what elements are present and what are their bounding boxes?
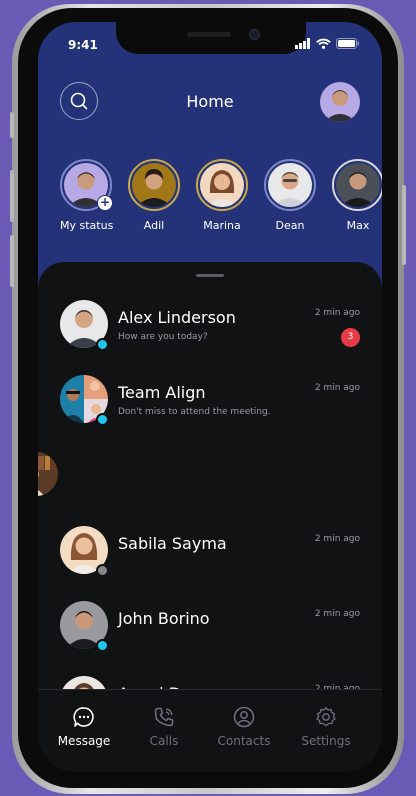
front-camera	[249, 29, 260, 40]
swiped-chat-avatar[interactable]	[38, 452, 58, 496]
chat-name: Sabila Sayma	[118, 534, 227, 553]
drag-handle[interactable]	[196, 274, 224, 277]
chat-item-alex[interactable]: Alex Linderson How are you today? 2 min …	[38, 300, 382, 360]
chat-time: 2 min ago	[314, 308, 360, 318]
avatar	[200, 163, 244, 207]
bottom-nav: Message Calls Contacts Settings	[38, 689, 382, 772]
user-icon	[233, 706, 255, 728]
status-time: 9:41	[68, 38, 98, 52]
story-label: Max	[346, 219, 370, 232]
volume-up-button	[10, 170, 14, 222]
nav-label: Settings	[301, 734, 351, 748]
add-status-icon[interactable]: +	[97, 195, 113, 211]
offline-indicator	[96, 564, 109, 577]
story-adil[interactable]: Adil	[128, 159, 180, 232]
avatar	[132, 163, 176, 207]
speaker-grille	[187, 32, 231, 37]
nav-message[interactable]: Message	[44, 706, 124, 748]
online-indicator	[96, 639, 109, 652]
status-icons	[295, 38, 360, 49]
screen: 9:41 Home + My status Adil Marina Dean M…	[38, 22, 382, 772]
power-button	[402, 185, 406, 265]
chat-item-sabila[interactable]: Sabila Sayma 2 min ago	[38, 526, 382, 586]
profile-avatar[interactable]	[320, 82, 360, 122]
chat-name: Alex Linderson	[118, 308, 236, 327]
chat-preview: How are you today?	[118, 332, 208, 342]
nav-label: Contacts	[217, 734, 271, 748]
story-label: Marina	[203, 219, 241, 232]
volume-down-button	[10, 235, 14, 287]
chat-item-john[interactable]: John Borino 2 min ago	[38, 601, 382, 661]
chat-name: Team Align	[118, 383, 206, 402]
chat-time: 2 min ago	[314, 383, 360, 393]
phone-icon	[154, 707, 174, 727]
stories-row: + My status Adil Marina Dean Max	[60, 159, 382, 239]
chat-time: 2 min ago	[314, 534, 360, 544]
chat-item-team-align[interactable]: Team Align Don't miss to attend the meet…	[38, 375, 382, 435]
story-my-status[interactable]: + My status	[60, 159, 114, 232]
story-marina[interactable]: Marina	[196, 159, 248, 232]
story-label: My status	[60, 219, 114, 232]
gear-icon	[316, 707, 336, 727]
unread-badge: 3	[341, 328, 360, 347]
online-indicator	[96, 338, 109, 351]
story-label: Dean	[275, 219, 305, 232]
avatar	[268, 163, 312, 207]
online-indicator	[96, 413, 109, 426]
signal-icon	[295, 38, 310, 49]
chat-time: 2 min ago	[314, 609, 360, 619]
chat-name: John Borino	[118, 609, 210, 628]
nav-label: Message	[57, 734, 111, 748]
chat-preview: Don't miss to attend the meeting.	[118, 407, 271, 417]
story-label: Adil	[143, 219, 165, 232]
wifi-icon	[316, 38, 331, 49]
nav-calls[interactable]: Calls	[124, 706, 204, 748]
battery-icon	[336, 38, 359, 49]
nav-label: Calls	[149, 734, 179, 748]
mute-switch	[10, 112, 14, 138]
nav-settings[interactable]: Settings	[286, 706, 366, 748]
message-icon	[73, 707, 94, 727]
nav-contacts[interactable]: Contacts	[204, 706, 284, 748]
story-dean[interactable]: Dean	[264, 159, 316, 232]
notch	[116, 22, 306, 54]
story-max[interactable]: Max	[332, 159, 382, 232]
avatar	[336, 163, 380, 207]
